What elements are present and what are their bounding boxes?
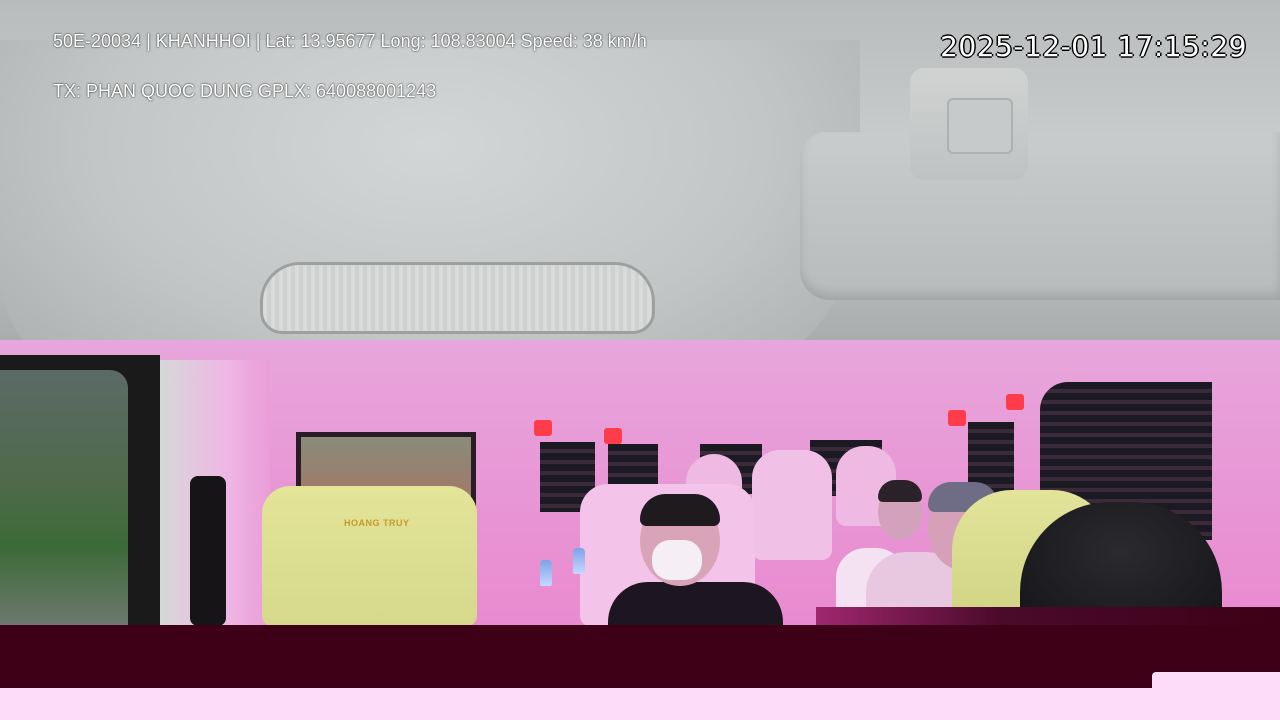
bottom-band [816, 607, 1280, 627]
timestamp-overlay: 2025-12-01 17:15:29 [940, 30, 1247, 63]
passenger-hair [640, 494, 720, 526]
bottom-bar-dark [0, 625, 1280, 688]
mirror-mount-plate [947, 98, 1013, 154]
water-bottle [573, 548, 585, 574]
water-bottle [540, 560, 552, 586]
red-reading-light [534, 420, 552, 436]
dome-light [260, 262, 655, 334]
door-window [0, 370, 128, 625]
seatbelt [190, 476, 226, 626]
red-reading-light [604, 428, 622, 444]
passenger-hair [878, 480, 922, 502]
seat-branding: HOANG TRUY [344, 518, 410, 528]
face-mask [652, 540, 702, 580]
front-left-seat [262, 486, 477, 626]
bottom-bar-light [0, 688, 1280, 720]
driver-info-overlay: TX: PHAN QUOC DUNG GPLX: 640088001243 [53, 81, 437, 101]
red-reading-light [948, 410, 966, 426]
sun-visor [800, 132, 1280, 300]
bottom-bar-notch [1152, 672, 1280, 688]
red-reading-light [1006, 394, 1024, 410]
passenger-body [608, 582, 783, 626]
vehicle-info-overlay: 50E-20034 | KHANHHOI | Lat: 13.95677 Lon… [53, 31, 647, 51]
dashcam-frame: HOANG TRUY 50E-20034 | KHANHHOI | Lat: 1… [0, 0, 1280, 720]
rear-seat [752, 450, 832, 560]
